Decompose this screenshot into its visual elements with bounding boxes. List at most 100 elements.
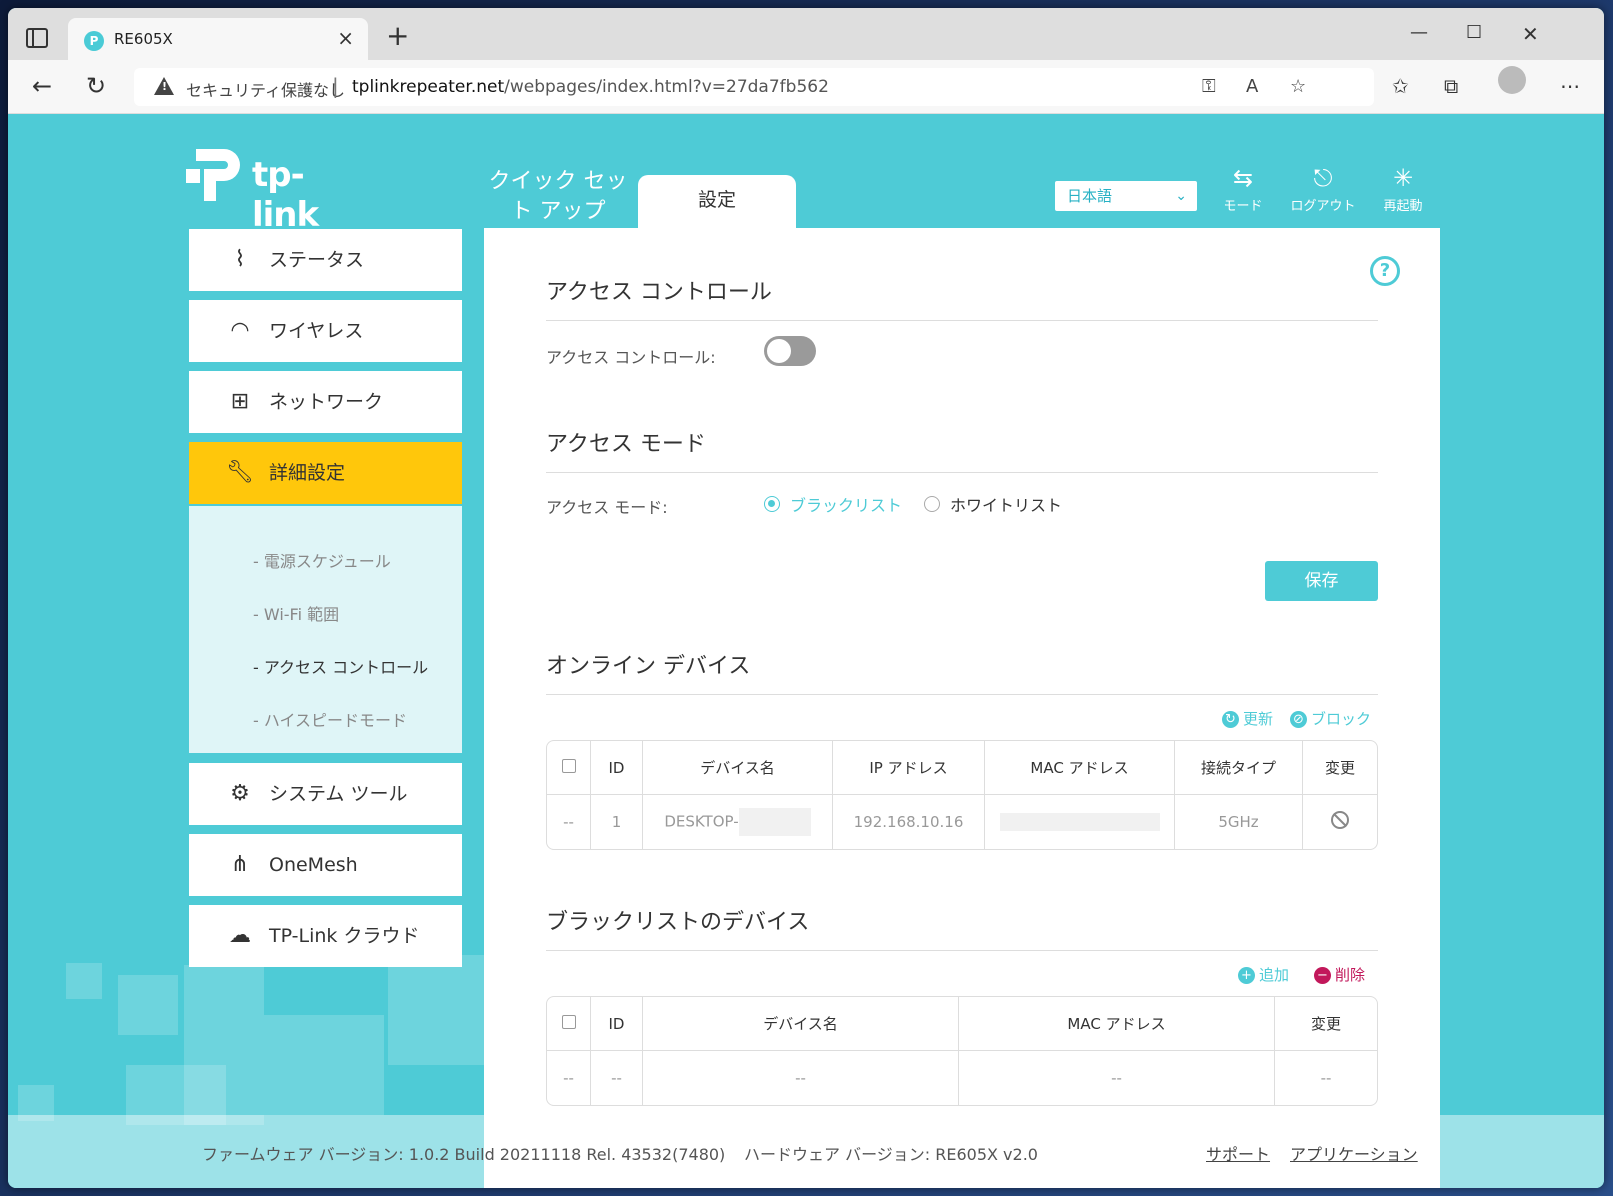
tab-strip: P RE605X × + — ☐ ✕ <box>8 8 1604 60</box>
whitelist-radio[interactable] <box>924 496 940 512</box>
column-header: デバイス名 <box>643 997 959 1051</box>
plus-icon: + <box>1238 967 1255 984</box>
back-arrow-icon[interactable]: ← <box>32 72 52 100</box>
page-footer: ファームウェア バージョン: 1.0.2 Build 20211118 Rel.… <box>8 1115 1604 1188</box>
access-control-title: アクセス コントロール <box>546 274 1378 321</box>
browser-tab[interactable]: P RE605X × <box>68 18 368 60</box>
row-modify-cell <box>1303 795 1377 849</box>
row-id-cell: 1 <box>591 795 643 849</box>
toggle-knob <box>767 339 791 363</box>
sidebar-item-network[interactable]: ⊞ ネットワーク <box>189 371 462 433</box>
block-button[interactable]: ⊘ ブロック <box>1290 708 1371 729</box>
sidebar-item-label: システム ツール <box>269 783 408 805</box>
hardware-version: ハードウェア バージョン: RE605X v2.0 <box>744 1145 1038 1164</box>
decor-block <box>118 975 178 1035</box>
table-cell: -- <box>547 1051 591 1105</box>
sidebar-item-system-tools[interactable]: ⚙ システム ツール <box>189 763 462 825</box>
maximize-icon[interactable]: ☐ <box>1466 22 1482 43</box>
access-control-toggle[interactable] <box>764 336 816 366</box>
sidebar-item-onemesh[interactable]: ⋔ OneMesh <box>189 834 462 896</box>
submenu-wifi-range[interactable]: - Wi-Fi 範囲 <box>253 601 339 625</box>
submenu-power-schedule[interactable]: - 電源スケジュール <box>253 548 391 572</box>
add-button[interactable]: + 追加 <box>1238 964 1289 985</box>
tab-quick-setup[interactable]: クイック セット アップ <box>478 167 638 227</box>
column-header: ID <box>591 741 643 795</box>
block-device-icon[interactable] <box>1331 811 1349 829</box>
column-header: 変更 <box>1275 997 1377 1051</box>
row-ip-cell: 192.168.10.16 <box>833 795 985 849</box>
main-content-panel: ? アクセス コントロール アクセス コントロール: アクセス モード アクセス… <box>484 228 1440 1188</box>
more-menu-icon[interactable]: ⋯ <box>1560 74 1580 98</box>
profile-avatar[interactable] <box>1498 66 1526 94</box>
close-window-icon[interactable]: ✕ <box>1522 22 1539 46</box>
read-aloud-icon[interactable]: A <box>1246 76 1258 97</box>
submenu-access-control[interactable]: - アクセス コントロール <box>253 654 428 678</box>
language-select[interactable]: 日本語 ⌄ <box>1054 180 1198 212</box>
url-separator: | <box>332 74 339 98</box>
blacklist-radio[interactable] <box>764 496 780 512</box>
close-tab-icon[interactable]: × <box>337 26 354 50</box>
select-all-checkbox[interactable] <box>561 1014 576 1029</box>
blacklist-devices-title: ブラックリストのデバイス <box>546 904 1378 951</box>
support-link[interactable]: サポート <box>1206 1141 1270 1165</box>
column-header: MAC アドレス <box>985 741 1175 795</box>
whitelist-radio-label[interactable]: ホワイトリスト <box>950 492 1062 516</box>
reboot-button[interactable]: ✳ 再起動 <box>1368 163 1438 214</box>
block-icon: ⊘ <box>1290 711 1307 728</box>
select-all-checkbox[interactable] <box>561 758 576 773</box>
delete-button[interactable]: − 削除 <box>1314 964 1365 985</box>
table-cell: -- <box>591 1051 643 1105</box>
minimize-icon[interactable]: — <box>1410 22 1428 43</box>
refresh-button[interactable]: ↻ 更新 <box>1222 708 1273 729</box>
chevron-down-icon: ⌄ <box>1175 188 1187 204</box>
address-bar[interactable]: セキュリティ保護なし | tplinkrepeater.net/webpages… <box>134 68 1374 106</box>
mode-label: モード <box>1223 199 1263 214</box>
table-header-row: ID デバイス名 MAC アドレス 変更 <box>547 997 1377 1051</box>
add-favorite-icon[interactable]: ☆ <box>1290 76 1306 97</box>
row-device-name-cell: DESKTOP- <box>643 795 833 849</box>
access-mode-title: アクセス モード <box>546 426 1378 473</box>
url-text[interactable]: tplinkrepeater.net/webpages/index.html?v… <box>352 77 829 97</box>
decor-block <box>388 955 484 1065</box>
column-header: 接続タイプ <box>1175 741 1303 795</box>
cloud-icon: ☁ <box>229 923 251 948</box>
sidebar-item-status[interactable]: ⌇ ステータス <box>189 229 462 291</box>
tab-actions-icon[interactable] <box>26 28 48 48</box>
access-mode-label: アクセス モード: <box>546 498 668 517</box>
blacklist-radio-label[interactable]: ブラックリスト <box>790 492 902 516</box>
tab-settings[interactable]: 設定 <box>638 175 796 228</box>
language-value: 日本語 <box>1067 187 1113 205</box>
decor-block <box>264 1015 384 1115</box>
online-devices-title: オンライン デバイス <box>546 648 1378 695</box>
key-icon[interactable]: ⚿ <box>1202 76 1216 97</box>
firmware-version: ファームウェア バージョン: 1.0.2 Build 20211118 Rel.… <box>202 1145 726 1164</box>
new-tab-icon[interactable]: + <box>386 22 409 50</box>
table-cell: -- <box>1320 1069 1332 1087</box>
sidebar-item-advanced[interactable]: 🔧︎ 詳細設定 <box>189 442 462 504</box>
tplink-logo-icon <box>186 149 240 201</box>
access-control-label: アクセス コントロール: <box>546 348 716 367</box>
reboot-label: 再起動 <box>1383 199 1423 214</box>
column-header: ID <box>591 997 643 1051</box>
advanced-submenu: - 電源スケジュール - Wi-Fi 範囲 - アクセス コントロール - ハイ… <box>189 506 462 753</box>
minus-icon: − <box>1314 967 1331 984</box>
router-admin-page: tp-link クイック セット アップ 設定 日本語 ⌄ ⇆ モード ⎋ ログ… <box>8 115 1604 1188</box>
security-status[interactable]: セキュリティ保護なし <box>186 77 345 101</box>
column-header: 変更 <box>1303 741 1377 795</box>
tab-title: RE605X <box>114 30 173 48</box>
logout-label: ログアウト <box>1290 199 1356 214</box>
browser-toolbar: ← ↻ セキュリティ保護なし | tplinkrepeater.net/webp… <box>8 60 1604 114</box>
save-button[interactable]: 保存 <box>1265 561 1378 601</box>
logout-button[interactable]: ⎋ ログアウト <box>1288 163 1358 214</box>
app-link[interactable]: アプリケーション <box>1290 1141 1418 1165</box>
refresh-icon: ↻ <box>1222 711 1239 728</box>
submenu-high-speed-mode[interactable]: - ハイスピードモード <box>253 707 407 731</box>
collections-icon[interactable]: ⧉ <box>1444 74 1458 98</box>
tplink-favicon-icon: P <box>84 31 104 51</box>
refresh-icon[interactable]: ↻ <box>86 72 106 100</box>
sidebar-item-wireless[interactable]: ◠ ワイヤレス <box>189 300 462 362</box>
wrench-icon: 🔧︎ <box>226 460 254 485</box>
favorites-icon[interactable]: ✩ <box>1392 74 1409 98</box>
sidebar-item-tplink-cloud[interactable]: ☁ TP-Link クラウド <box>189 905 462 967</box>
mode-button[interactable]: ⇆ モード <box>1208 163 1278 214</box>
